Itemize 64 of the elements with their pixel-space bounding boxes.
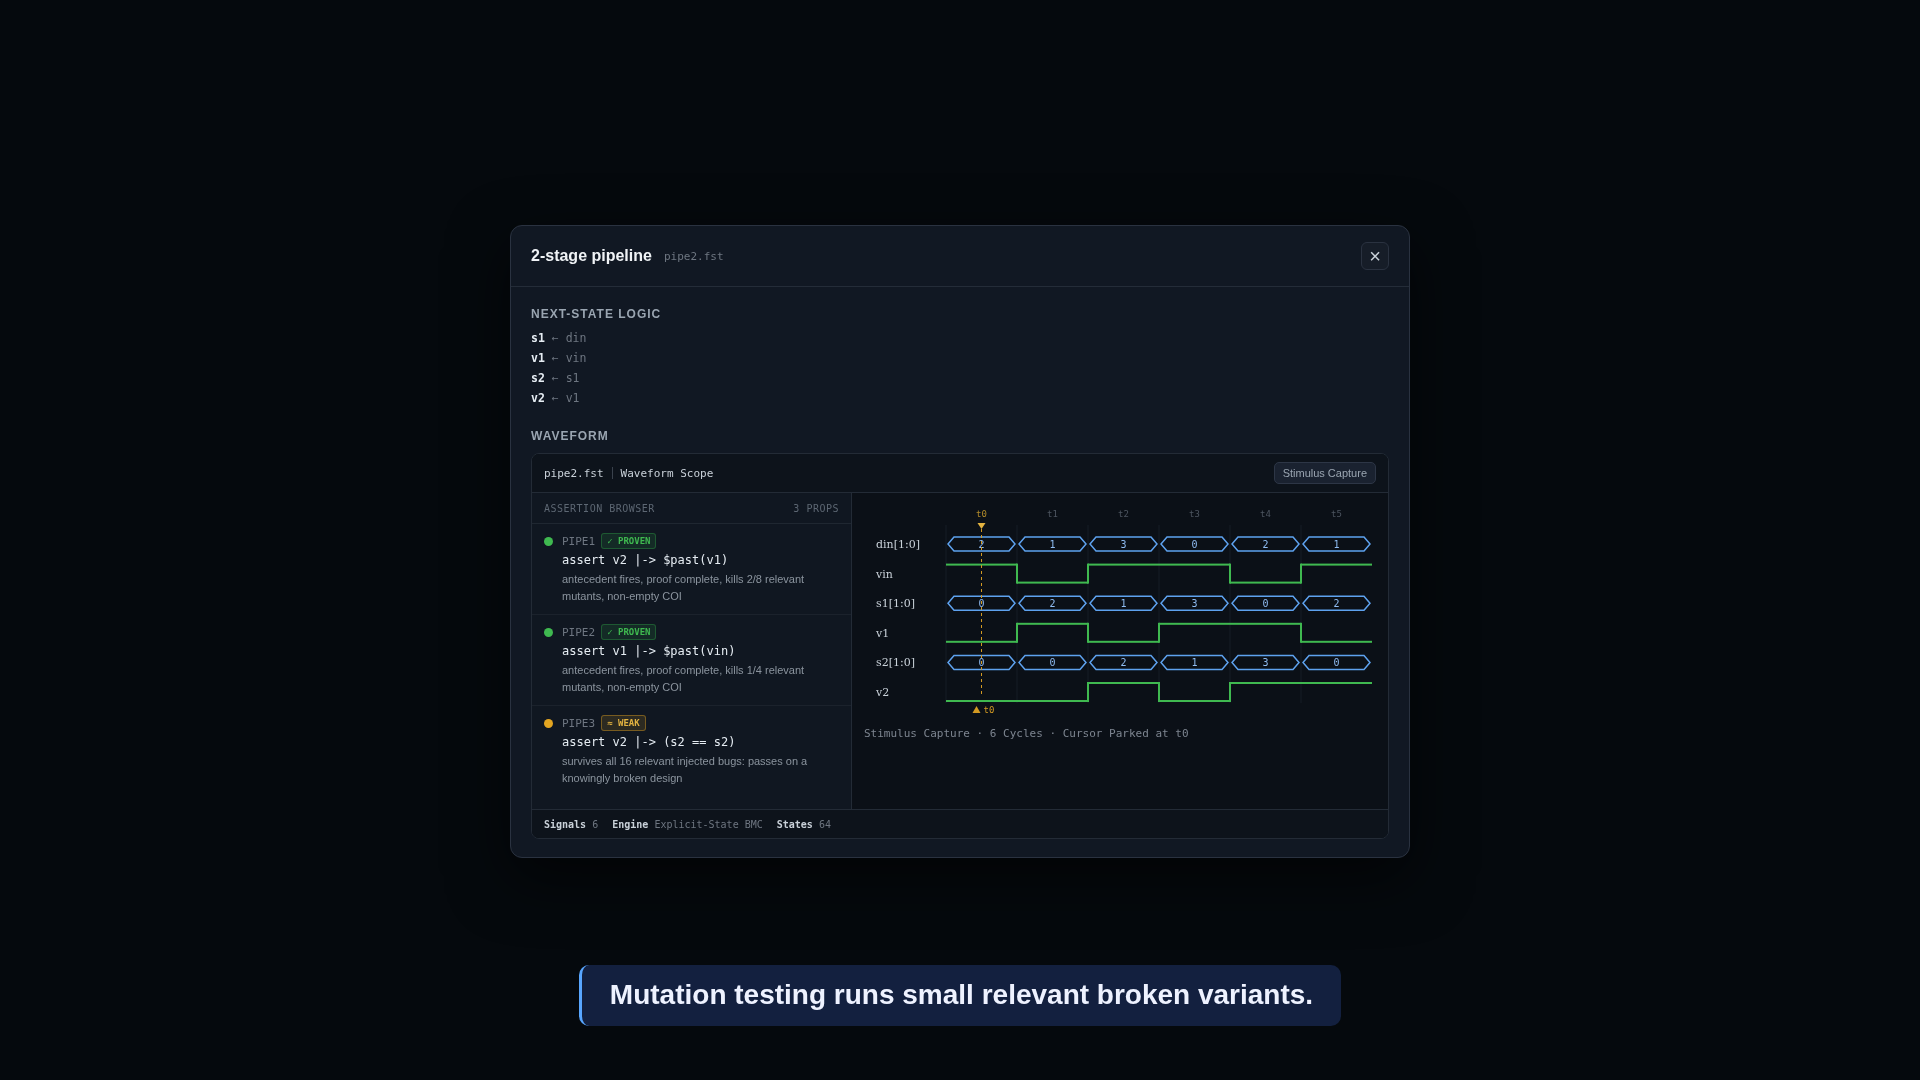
file-name: pipe2.fst: [663, 249, 724, 263]
modal-title: 2-stage pipeline: [531, 247, 652, 265]
tick-label: t3: [1189, 509, 1200, 519]
bus-segment: 0: [1302, 654, 1371, 671]
cursor-line[interactable]: [977, 522, 986, 696]
assertion-code: assert v2 |-> (s2 == s2): [562, 735, 737, 749]
signal-label: din[1:0]: [876, 538, 920, 551]
caption-toast: Mutation testing runs small relevant broken variants.: [578, 965, 1342, 1026]
assertion-id: PIPE2: [562, 625, 596, 639]
status-badge: ✓ PROVEN: [601, 533, 657, 549]
section-heading: WAVEFORM: [531, 429, 610, 443]
bus-segment: 3: [1160, 595, 1229, 611]
stat-text: States 64: [776, 818, 831, 830]
stat-text: Signals 6: [544, 818, 599, 830]
assertion-note: antecedent fires, proof complete, kills 1/4 relevant mutants, non-empty COI: [562, 663, 806, 695]
signal-label: vin: [876, 567, 893, 581]
assertion-item[interactable]: PIPE3 ≈ WEAK assert v2 |-> (s2 == s2) survives all 16 relevant injected bugs: passes on a knowingly broken design: [532, 706, 851, 796]
bus-segment: 1: [1160, 654, 1229, 671]
scope-title: Waveform Scope: [620, 466, 714, 480]
bus-segment: 0: [1160, 536, 1229, 552]
tick-label: t5: [1331, 509, 1342, 519]
assertion-item[interactable]: PIPE2 ✓ PROVEN assert v1 |-> $past(vin) antecedent fires, proof complete, kills 1/4 relevant mutants, non-empty COI: [532, 615, 851, 706]
bus-segment: 3: [1231, 654, 1300, 671]
close-button[interactable]: ×: [1361, 242, 1389, 270]
signal-label: v1: [876, 626, 890, 640]
bus-segment: 2: [1302, 595, 1371, 611]
tick-label: t0: [976, 509, 987, 519]
assertion-note: survives all 16 relevant injected bugs: passes on a knowingly broken design: [562, 754, 809, 786]
file-name: pipe2.fst: [544, 466, 604, 480]
signal-label: s2[1:0]: [876, 656, 915, 670]
bus-segment: 2: [1018, 595, 1087, 611]
assertion-note: antecedent fires, proof complete, kills 2/8 relevant mutants, non-empty COI: [562, 572, 806, 604]
bus-segment: 0: [1231, 595, 1300, 611]
tick-label: t1: [1047, 509, 1058, 519]
bus-segment: 2: [1089, 654, 1158, 671]
bus-segment: 1: [1089, 595, 1158, 611]
props-count: 3 PROPS: [793, 502, 839, 514]
cursor-label: t0: [983, 705, 995, 715]
signal-label: v2: [876, 686, 890, 699]
assertion-id: PIPE3: [562, 716, 596, 730]
bus-segment: 2: [1231, 536, 1300, 552]
logic-rule: v1 ← vin: [531, 351, 588, 365]
browser-title: ASSERTION BROWSER: [544, 502, 655, 514]
capture-button[interactable]: Stimulus Capture: [1273, 462, 1376, 484]
tick-label: t4: [1260, 509, 1271, 519]
stat-text: Engine Explicit-State BMC: [612, 818, 763, 830]
section-heading: NEXT-STATE LOGIC: [531, 307, 663, 321]
logic-rule: s2 ← s1: [531, 371, 581, 385]
logic-rule: v2 ← v1: [531, 391, 581, 405]
waveform-caption: Stimulus Capture · 6 Cycles · Cursor Parked at t0: [864, 727, 1190, 740]
bus-segment: 0: [1018, 654, 1087, 671]
signal-label: s1[1:0]: [876, 597, 915, 611]
status-badge: ≈ WEAK: [601, 715, 646, 731]
assertion-code: assert v2 |-> $past(v1): [562, 553, 730, 567]
cursor-marker-icon: [972, 706, 981, 713]
logic-rule: s1 ← din: [531, 331, 588, 345]
assertion-id: PIPE1: [562, 534, 596, 548]
bus-segment: 1: [1302, 536, 1371, 552]
bus-segment: 1: [1018, 536, 1087, 552]
status-badge: ✓ PROVEN: [601, 624, 657, 640]
assertion-item[interactable]: PIPE1 ✓ PROVEN assert v2 |-> $past(v1) antecedent fires, proof complete, kills 2/8 relevant mutants, non-empty COI: [532, 524, 851, 615]
tick-label: t2: [1118, 509, 1129, 519]
assertion-code: assert v1 |-> $past(vin): [562, 644, 737, 658]
bus-segment: 3: [1089, 536, 1158, 552]
